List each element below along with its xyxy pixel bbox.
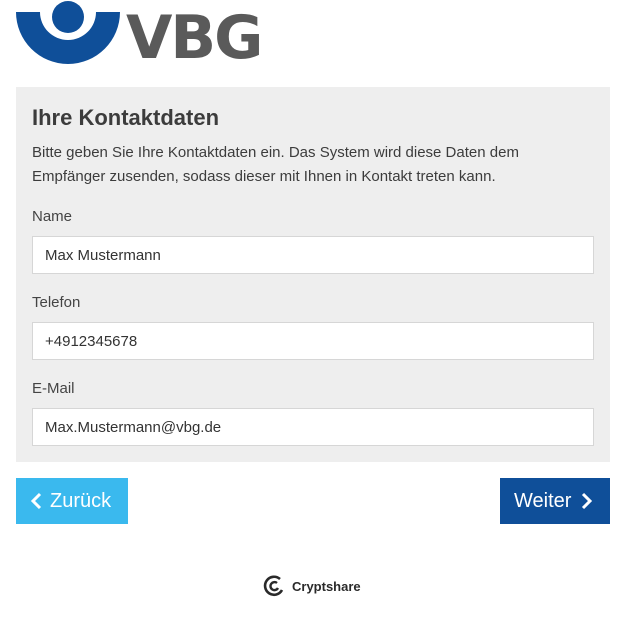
name-label: Name bbox=[32, 208, 73, 225]
email-label: E-Mail bbox=[32, 380, 75, 397]
next-button-label: Weiter bbox=[514, 489, 572, 512]
header: VBG bbox=[16, 0, 276, 74]
back-button-label: Zurück bbox=[50, 489, 112, 512]
footer-brand: Cryptshare bbox=[292, 578, 361, 594]
page-title: Ihre Kontaktdaten bbox=[32, 105, 220, 130]
chevron-left-icon bbox=[30, 492, 42, 510]
phone-label: Telefon bbox=[32, 294, 81, 311]
next-button[interactable]: Weiter bbox=[500, 478, 610, 524]
name-field[interactable] bbox=[32, 236, 594, 274]
brand-name: VBG bbox=[126, 3, 263, 73]
email-field[interactable] bbox=[32, 408, 594, 446]
contact-form-panel: Ihre Kontaktdaten Bitte geben Sie Ihre K… bbox=[16, 87, 610, 462]
vbg-logo-icon bbox=[16, 1, 120, 64]
cryptshare-logo-icon bbox=[263, 575, 284, 597]
page: VBG Ihre Kontaktdaten Bitte geben Sie Ih… bbox=[0, 0, 623, 623]
phone-field[interactable] bbox=[32, 322, 594, 360]
back-button[interactable]: Zurück bbox=[16, 478, 128, 524]
form-description: Bitte geben Sie Ihre Kontaktdaten ein. D… bbox=[32, 144, 519, 185]
footer: Cryptshare bbox=[262, 574, 361, 598]
chevron-right-icon bbox=[582, 492, 593, 510]
